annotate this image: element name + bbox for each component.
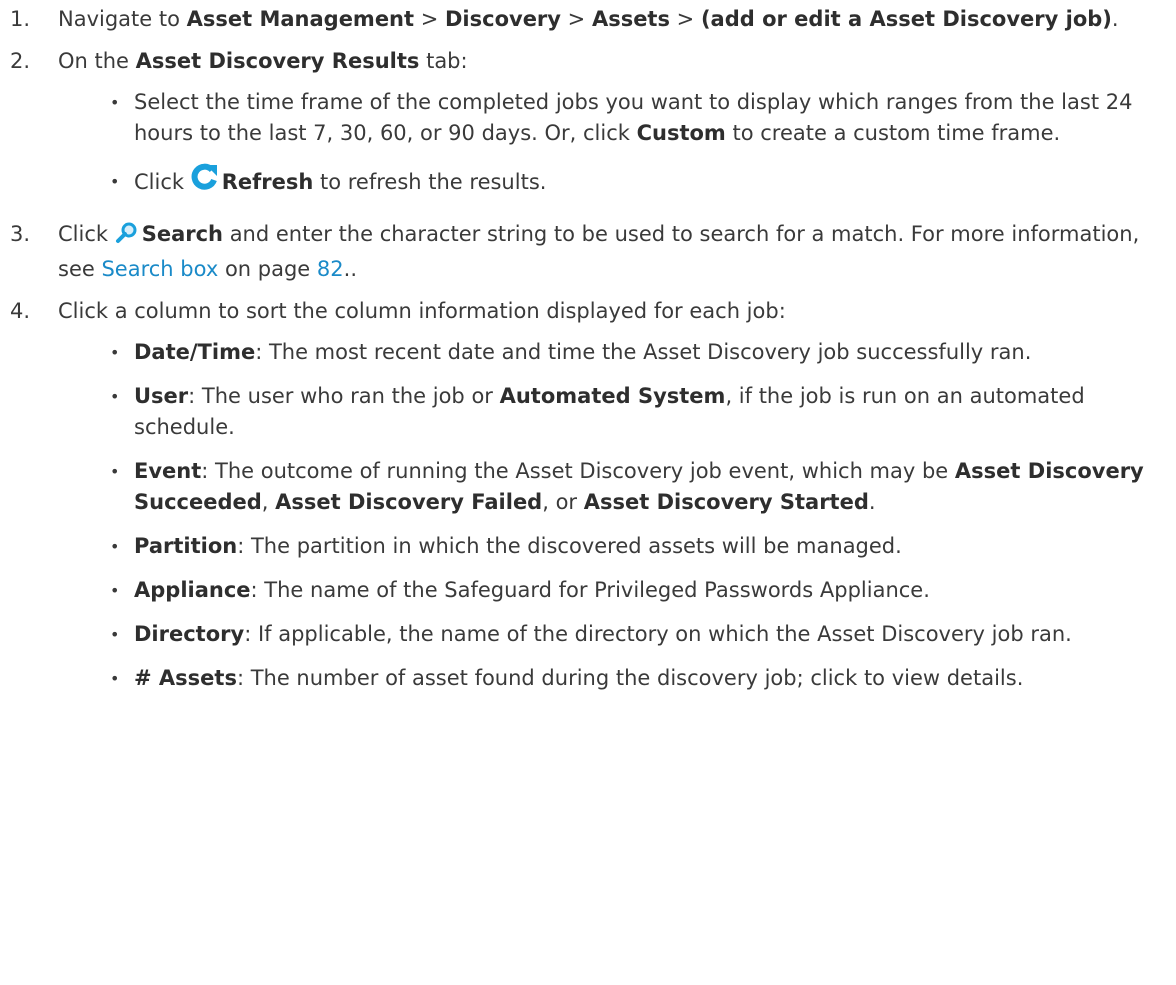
column-event: • Event: The outcome of running the Asse…	[110, 456, 1164, 518]
step-text: Click a column to sort the column inform…	[58, 299, 786, 323]
step-text: Navigate to	[58, 7, 187, 31]
column-name: Directory	[134, 622, 245, 646]
column-desc: : If applicable, the name of the directo…	[244, 622, 1072, 646]
search-label: Search	[141, 222, 224, 246]
nav-asset-management: Asset Management	[186, 7, 415, 31]
bullet-text: to refresh the results.	[313, 170, 547, 194]
bullet-refresh: • Click Refresh to refresh the results.	[110, 162, 1164, 206]
steps-list: 1. Navigate to Asset Management > Discov…	[10, 4, 1164, 694]
column-user: • User: The user who ran the job or Auto…	[110, 381, 1164, 443]
step-number: 3.	[10, 222, 31, 246]
step-text: Click	[58, 222, 115, 246]
column-desc: : The partition in which the discovered …	[237, 534, 902, 558]
page-link[interactable]: 82	[317, 257, 344, 281]
step-1: 1. Navigate to Asset Management > Discov…	[10, 4, 1164, 35]
nav-add-edit-job: (add or edit a Asset Discovery job)	[700, 7, 1112, 31]
step-text: ..	[343, 257, 357, 281]
column-date-time: • Date/Time: The most recent date and ti…	[110, 337, 1164, 368]
automated-system-label: Automated System	[499, 384, 726, 408]
step-number: 1.	[10, 7, 31, 31]
step-2: 2. On the Asset Discovery Results tab: •…	[10, 46, 1164, 206]
column-name: Appliance	[134, 578, 251, 602]
bullet-text: to create a custom time frame.	[725, 121, 1061, 145]
bullet-glyph: •	[110, 625, 120, 644]
column-directory: • Directory: If applicable, the name of …	[110, 619, 1164, 650]
refresh-label: Refresh	[221, 170, 314, 194]
column-name: User	[134, 384, 189, 408]
column-desc: ,	[261, 490, 276, 514]
column-desc: : The name of the Safeguard for Privileg…	[250, 578, 930, 602]
column-name: Partition	[134, 534, 238, 558]
bullet-time-frame: • Select the time frame of the completed…	[110, 87, 1164, 149]
nav-assets: Assets	[591, 7, 670, 31]
bullet-glyph: •	[110, 93, 120, 112]
column-desc: : The number of asset found during the d…	[236, 666, 1024, 690]
bullet-text: Click	[134, 170, 191, 194]
event-started-label: Asset Discovery Started	[583, 490, 869, 514]
step-4: 4. Click a column to sort the column inf…	[10, 296, 1164, 694]
bullet-glyph: •	[110, 581, 120, 600]
column-assets: • # Assets: The number of asset found du…	[110, 663, 1164, 694]
bullet-glyph: •	[110, 172, 120, 191]
column-desc: , or	[542, 490, 584, 514]
column-name: Event	[134, 459, 202, 483]
step-3: 3. Click Search and enter the character …	[10, 219, 1164, 285]
column-list: • Date/Time: The most recent date and ti…	[58, 337, 1164, 694]
nav-separator: >	[414, 7, 445, 31]
step-number: 4.	[10, 299, 31, 323]
column-desc: : The most recent date and time the Asse…	[255, 340, 1032, 364]
bullet-glyph: •	[110, 537, 120, 556]
step-text: tab:	[419, 49, 468, 73]
step-text: .	[1111, 7, 1119, 31]
nav-separator: >	[669, 7, 701, 31]
column-desc: : The outcome of running the Asset Disco…	[201, 459, 955, 483]
search-box-link[interactable]: Search box	[101, 257, 218, 281]
step-number: 2.	[10, 49, 31, 73]
column-desc: .	[868, 490, 876, 514]
procedure-document: 1. Navigate to Asset Management > Discov…	[0, 0, 1176, 694]
custom-label: Custom	[636, 121, 726, 145]
column-partition: • Partition: The partition in which the …	[110, 531, 1164, 562]
column-name: Date/Time	[134, 340, 256, 364]
bullet-glyph: •	[110, 462, 120, 481]
tab-name: Asset Discovery Results	[135, 49, 420, 73]
column-desc: : The user who ran the job or	[188, 384, 500, 408]
bullet-glyph: •	[110, 343, 120, 362]
search-icon	[115, 221, 139, 254]
column-appliance: • Appliance: The name of the Safeguard f…	[110, 575, 1164, 606]
step-text: on page	[218, 257, 317, 281]
bullet-glyph: •	[110, 387, 120, 406]
nav-separator: >	[560, 7, 592, 31]
event-failed-label: Asset Discovery Failed	[275, 490, 543, 514]
column-name: # Assets	[134, 666, 237, 690]
nav-discovery: Discovery	[445, 7, 561, 31]
bullet-glyph: •	[110, 669, 120, 688]
refresh-icon	[191, 163, 219, 206]
step-text: On the	[58, 49, 136, 73]
step-2-bullets: • Select the time frame of the completed…	[58, 87, 1164, 206]
